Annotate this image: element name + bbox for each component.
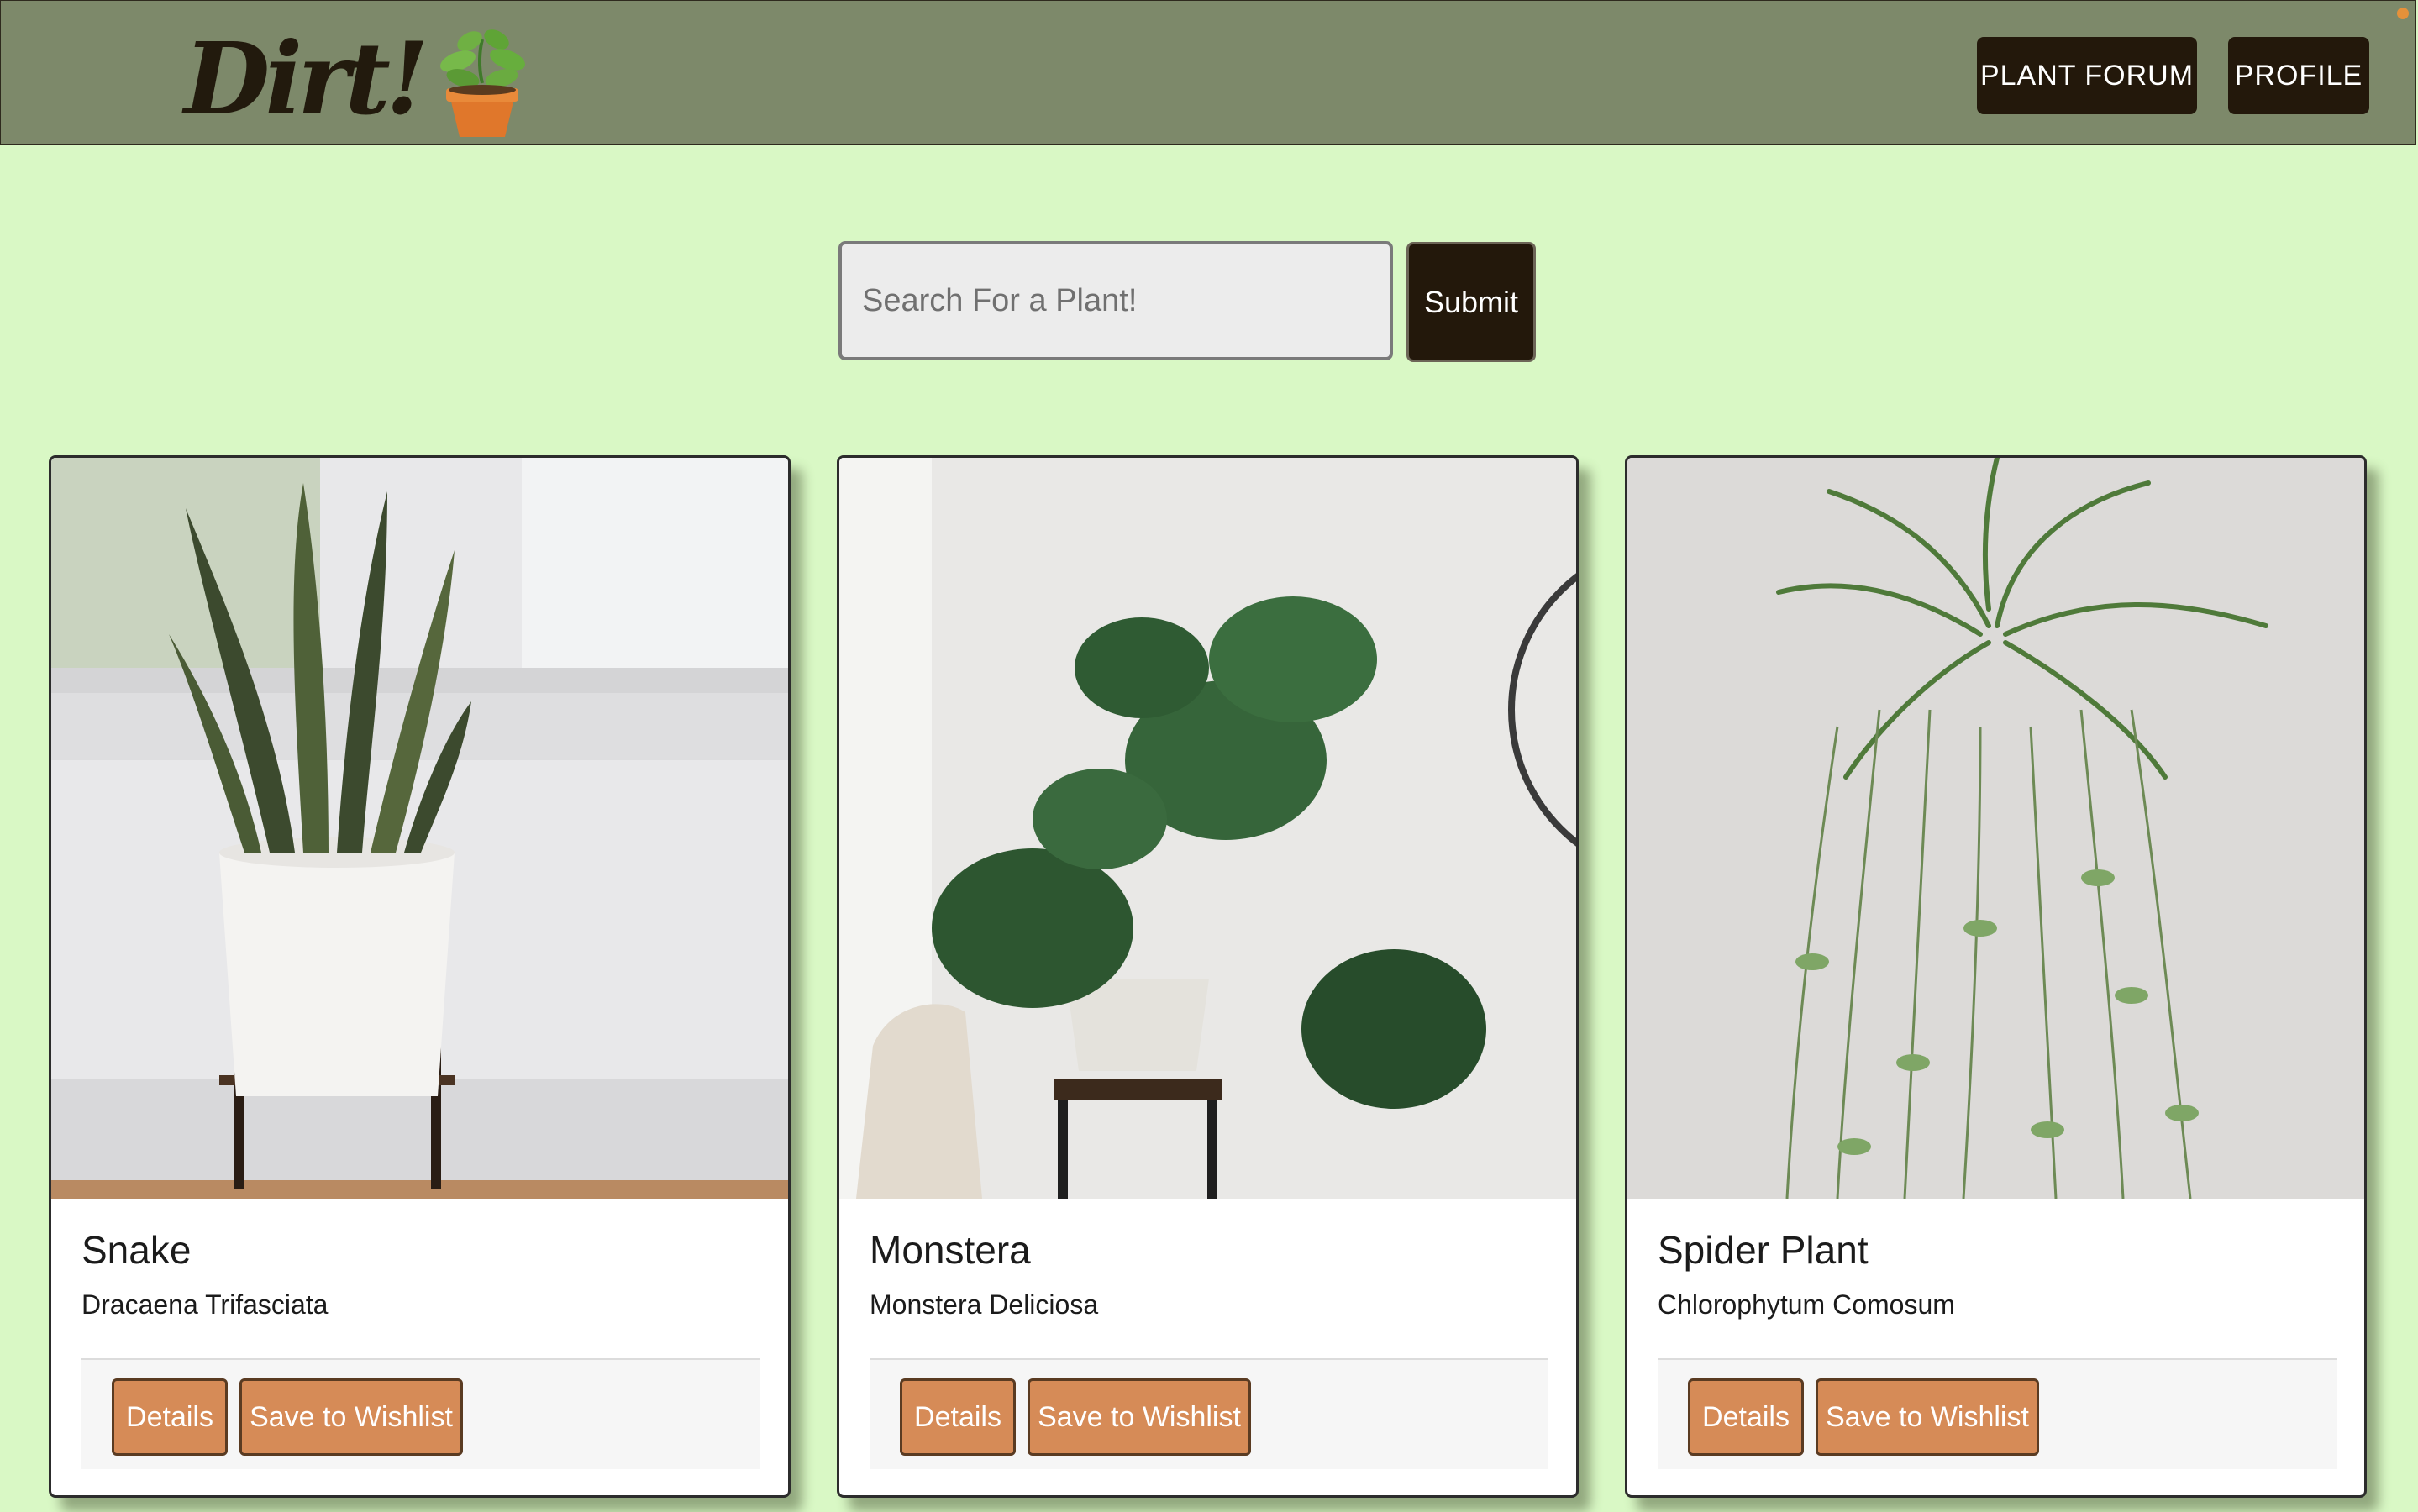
profile-button[interactable]: PROFILE: [2228, 37, 2369, 114]
card-actions: Details Save to Wishlist: [1658, 1358, 2337, 1469]
plant-card: Monstera Monstera Deliciosa Details Save…: [837, 455, 1579, 1498]
card-actions: Details Save to Wishlist: [81, 1358, 760, 1469]
potted-plant-icon: [439, 29, 525, 137]
top-header: Dirt! PLANT FORUM PROFILE: [0, 0, 2416, 145]
details-button[interactable]: Details: [112, 1378, 228, 1456]
monstera-image: [839, 458, 1576, 1199]
submit-button[interactable]: Submit: [1406, 242, 1536, 362]
save-to-wishlist-button[interactable]: Save to Wishlist: [1816, 1378, 2039, 1456]
card-scientific-name: Dracaena Trifasciata: [81, 1289, 329, 1320]
save-to-wishlist-button[interactable]: Save to Wishlist: [1028, 1378, 1251, 1456]
search-input[interactable]: [838, 241, 1393, 360]
logo-text: Dirt!: [184, 20, 429, 137]
details-button[interactable]: Details: [900, 1378, 1016, 1456]
details-button[interactable]: Details: [1688, 1378, 1804, 1456]
card-actions: Details Save to Wishlist: [870, 1358, 1548, 1469]
card-title: Monstera: [870, 1228, 1031, 1272]
card-title: Spider Plant: [1658, 1228, 1869, 1272]
plant-forum-button[interactable]: PLANT FORUM: [1977, 37, 2197, 114]
snake-plant-image: [51, 458, 788, 1199]
card-scientific-name: Chlorophytum Comosum: [1658, 1289, 1955, 1320]
logo[interactable]: Dirt!: [184, 16, 537, 142]
plant-card: Snake Dracaena Trifasciata Details Save …: [49, 455, 791, 1498]
corner-indicator: [2397, 8, 2409, 19]
card-scientific-name: Monstera Deliciosa: [870, 1289, 1099, 1320]
plant-card: Spider Plant Chlorophytum Comosum Detail…: [1625, 455, 2367, 1498]
save-to-wishlist-button[interactable]: Save to Wishlist: [239, 1378, 463, 1456]
card-title: Snake: [81, 1228, 192, 1272]
spider-plant-image: [1627, 458, 2364, 1199]
